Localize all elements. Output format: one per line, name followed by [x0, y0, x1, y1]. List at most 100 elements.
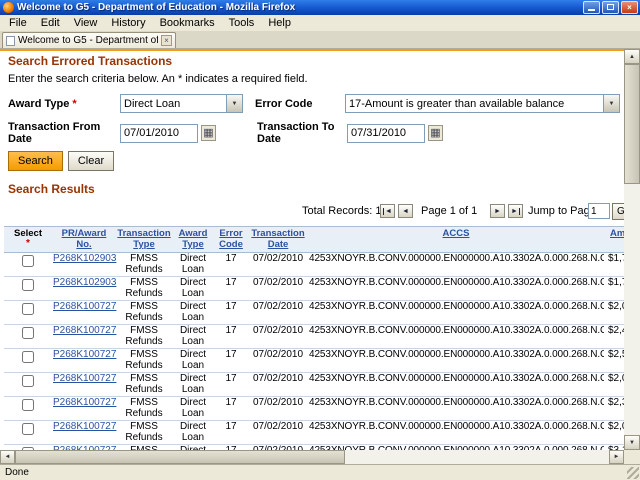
row-select-checkbox[interactable]	[22, 375, 34, 387]
error-code-cell: 17	[214, 325, 248, 349]
clear-button[interactable]: Clear	[68, 151, 114, 171]
table-row: P268K100727 FMSS Refunds Direct Loan 17 …	[4, 325, 624, 349]
transaction-date-cell: 07/02/2010	[248, 397, 308, 421]
select-cell	[4, 373, 52, 397]
error-code-cell: 17	[214, 349, 248, 373]
row-select-checkbox[interactable]	[22, 255, 34, 267]
amount-cell: $2,5	[604, 349, 624, 373]
column-header-award-type: Award Type	[172, 227, 214, 253]
menu-item[interactable]: File	[2, 16, 34, 30]
resize-grip[interactable]	[627, 467, 639, 479]
accs-cell: 4253XNOYR.B.CONV.000000.EN000000.A10.330…	[308, 325, 604, 349]
accs-cell: 4253XNOYR.B.CONV.000000.EN000000.A10.330…	[308, 421, 604, 445]
jump-to-page-input[interactable]	[588, 203, 610, 219]
table-row: P268K102903 FMSS Refunds Direct Loan 17 …	[4, 253, 624, 277]
award-type-sort-link[interactable]: Award Type	[179, 228, 208, 250]
vertical-scroll-thumb[interactable]	[624, 64, 640, 184]
transaction-type-cell: FMSS Refunds	[116, 349, 172, 373]
pr-award-link[interactable]: P268K102903	[53, 277, 116, 288]
first-page-button[interactable]: ◄	[380, 204, 395, 218]
search-button[interactable]: Search	[8, 151, 63, 171]
amount-sort-link[interactable]: Amount	[610, 228, 624, 239]
pr-award-sort-link[interactable]: PR/Award No.	[62, 228, 107, 250]
error-code-cell: 17	[214, 301, 248, 325]
row-select-checkbox[interactable]	[22, 303, 34, 315]
transaction-type-cell: FMSS Refunds	[116, 277, 172, 301]
transaction-date-sort-link[interactable]: Transaction Date	[251, 228, 304, 250]
accs-cell: 4253XNOYR.B.CONV.000000.EN000000.A10.330…	[308, 277, 604, 301]
row-select-checkbox[interactable]	[22, 351, 34, 363]
scroll-left-icon[interactable]: ◄	[0, 450, 15, 464]
error-code-cell: 17	[214, 421, 248, 445]
minimize-button[interactable]	[583, 1, 600, 14]
menu-item[interactable]: Help	[261, 16, 298, 30]
status-text: Done	[5, 467, 29, 478]
table-row: P268K100727 FMSS Refunds Direct Loan 17 …	[4, 301, 624, 325]
last-page-button[interactable]: ►	[508, 204, 523, 218]
calendar-icon[interactable]: ▦	[201, 125, 216, 141]
total-records-text: Total Records: 19	[302, 205, 388, 217]
go-button[interactable]: Go	[612, 203, 624, 220]
row-select-checkbox[interactable]	[22, 423, 34, 435]
page-info-text: Page 1 of 1	[421, 205, 477, 217]
results-heading: Search Results	[8, 183, 624, 196]
amount-cell: $2,0	[604, 421, 624, 445]
row-select-checkbox[interactable]	[22, 399, 34, 411]
accs-sort-link[interactable]: ACCS	[443, 228, 470, 239]
pr-award-link[interactable]: P268K100727	[53, 373, 116, 384]
close-button[interactable]: ×	[621, 1, 638, 14]
table-header-row: Select * PR/Award No. Transaction Type A…	[4, 227, 624, 253]
from-date-input[interactable]	[120, 124, 198, 143]
table-row: P268K100727 FMSS Refunds Direct Loan 17 …	[4, 373, 624, 397]
scroll-down-icon[interactable]: ▼	[624, 435, 640, 450]
tab-bar: Welcome to G5 - Department of Edu... ×	[0, 31, 640, 49]
pr-award-link[interactable]: P268K100727	[53, 301, 116, 312]
menu-item[interactable]: Tools	[222, 16, 262, 30]
table-row: P268K100727 FMSS Refunds Direct Loan 17 …	[4, 421, 624, 445]
pr-award-link[interactable]: P268K102903	[53, 253, 116, 264]
vertical-scrollbar[interactable]: ▲ ▼	[624, 49, 640, 450]
award-type-cell: Direct Loan	[172, 397, 214, 421]
maximize-button[interactable]	[602, 1, 619, 14]
amount-cell: $1,7	[604, 253, 624, 277]
column-header-error-code: Error Code	[214, 227, 248, 253]
menu-item[interactable]: Edit	[34, 16, 67, 30]
pr-award-link[interactable]: P268K100727	[53, 421, 116, 432]
error-code-value: 17-Amount is greater than available bala…	[346, 98, 603, 110]
next-page-button[interactable]: ►	[490, 204, 505, 218]
transaction-date-cell: 07/02/2010	[248, 277, 308, 301]
award-type-select[interactable]: Direct Loan ▼	[120, 94, 243, 113]
row-select-checkbox[interactable]	[22, 327, 34, 339]
menu-item[interactable]: History	[104, 16, 152, 30]
horizontal-scroll-thumb[interactable]	[15, 450, 345, 464]
previous-page-button[interactable]: ◄	[398, 204, 413, 218]
minimize-icon	[588, 9, 595, 11]
tab-welcome-g5[interactable]: Welcome to G5 - Department of Edu... ×	[2, 32, 176, 48]
transaction-date-cell: 07/02/2010	[248, 325, 308, 349]
pr-award-link[interactable]: P268K100727	[53, 397, 116, 408]
error-code-sort-link[interactable]: Error Code	[219, 228, 243, 250]
pr-award-cell: P268K102903	[52, 277, 116, 301]
amount-cell: $1,7	[604, 277, 624, 301]
page-favicon-icon	[6, 36, 15, 46]
tab-close-icon[interactable]: ×	[161, 35, 172, 46]
award-type-cell: Direct Loan	[172, 277, 214, 301]
scroll-right-icon[interactable]: ►	[609, 450, 624, 464]
menu-item[interactable]: View	[67, 16, 105, 30]
pagination-bar: Total Records: 19 ◄ ◄ Page 1 of 1 ► ► Ju…	[0, 203, 624, 220]
scroll-up-icon[interactable]: ▲	[624, 49, 640, 64]
error-code-select[interactable]: 17-Amount is greater than available bala…	[345, 94, 620, 113]
to-date-input[interactable]	[347, 124, 425, 143]
pr-award-link[interactable]: P268K100727	[53, 325, 116, 336]
transaction-type-sort-link[interactable]: Transaction Type	[117, 228, 170, 250]
calendar-icon[interactable]: ▦	[428, 125, 443, 141]
pr-award-link[interactable]: P268K100727	[53, 349, 116, 360]
firefox-icon	[3, 2, 14, 13]
horizontal-scrollbar[interactable]: ◄ ►	[0, 450, 624, 464]
error-code-cell: 17	[214, 253, 248, 277]
menu-item[interactable]: Bookmarks	[153, 16, 222, 30]
transaction-date-cell: 07/02/2010	[248, 349, 308, 373]
column-header-amount: Amount	[604, 227, 624, 253]
row-select-checkbox[interactable]	[22, 279, 34, 291]
accs-cell: 4253XNOYR.B.CONV.000000.EN000000.A10.330…	[308, 349, 604, 373]
